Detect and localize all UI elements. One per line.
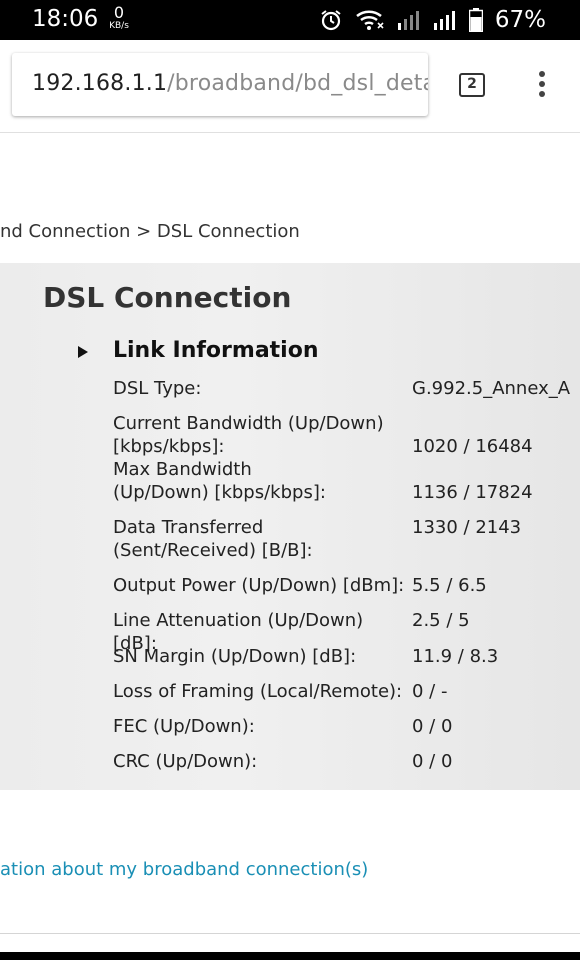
row-value: 0 / - (412, 681, 448, 702)
row-label: DSL Type: (113, 378, 202, 399)
tab-switcher-button[interactable]: 2 (459, 73, 485, 97)
row-value: 0 / 0 (412, 716, 453, 737)
browser-toolbar: 192.168.1.1/broadband/bd_dsl_detail 2 (0, 40, 580, 133)
row-label: Current Bandwidth (Up/Down) [kbps/kbps]: (113, 413, 384, 457)
row-label: Data Transferred (Sent/Received) [B/B]: (113, 517, 313, 561)
row-value: 11.9 / 8.3 (412, 646, 499, 667)
alarm-icon (319, 8, 343, 32)
row-label: SN Margin (Up/Down) [dB]: (113, 646, 357, 667)
row-value: 1020 / 16484 (412, 436, 533, 457)
row-label: Max Bandwidth (Up/Down) [kbps/kbps]: (113, 459, 326, 503)
status-icons: 67% (319, 5, 546, 35)
row-label: FEC (Up/Down): (113, 716, 255, 737)
url-text[interactable]: 192.168.1.1/broadband/bd_dsl_detail (32, 71, 428, 96)
dsl-connection-panel: DSL Connection Link Information DSL Type… (0, 263, 580, 790)
breadcrumb: nd Connection > DSL Connection (0, 221, 300, 242)
url-path: /broadband/bd_dsl_detail (167, 71, 428, 96)
section-title-link-information[interactable]: Link Information (113, 338, 319, 363)
divider (0, 933, 580, 934)
row-value: 0 / 0 (412, 751, 453, 772)
row-value: 1330 / 2143 (412, 517, 522, 538)
row-value: 1136 / 17824 (412, 482, 533, 503)
navigation-bar (0, 952, 580, 960)
overflow-menu-icon[interactable] (535, 71, 549, 101)
expand-arrow-icon[interactable] (78, 346, 88, 358)
address-bar[interactable]: 192.168.1.1/broadband/bd_dsl_detail (12, 53, 428, 116)
broadband-info-link[interactable]: ation about my broadband connection(s) (0, 859, 368, 880)
battery-percent: 67% (494, 7, 546, 33)
row-label: CRC (Up/Down): (113, 751, 258, 772)
signal-icon (433, 9, 457, 31)
network-speed: 0 KB/s (109, 3, 129, 31)
url-host: 192.168.1.1 (32, 71, 168, 96)
page-title: DSL Connection (43, 281, 292, 314)
row-value: 2.5 / 5 (412, 610, 470, 631)
battery-icon (468, 8, 483, 32)
wifi-icon (355, 9, 385, 31)
clock: 18:06 (32, 6, 99, 32)
status-bar: 18:06 0 KB/s 67% (0, 0, 580, 40)
row-label: Output Power (Up/Down) [dBm]: (113, 575, 405, 596)
signal-icon (397, 9, 421, 31)
row-value: 5.5 / 6.5 (412, 575, 487, 596)
row-label: Loss of Framing (Local/Remote): (113, 681, 403, 702)
row-value: G.992.5_Annex_A (412, 378, 571, 399)
